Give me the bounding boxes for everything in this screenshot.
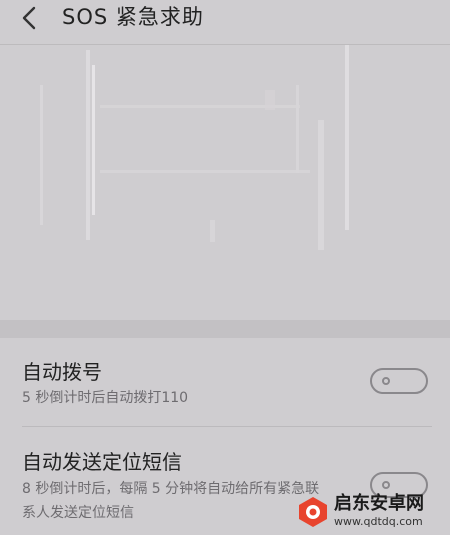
auto-dial-description: 5 秒倒计时后自动拨打110 [22, 390, 189, 406]
watermark-logo-icon [299, 497, 327, 527]
watermark-name: 启东安卓网 [334, 493, 424, 514]
toggle-knob [382, 481, 390, 489]
row-divider [22, 426, 432, 427]
auto-sms-description-line1: 8 秒倒计时后，每隔 5 分钟将自动给所有紧急联 [22, 481, 320, 497]
site-watermark: 启东安卓网 www.qdtdq.com [296, 493, 446, 531]
chevron-left-icon [22, 6, 36, 30]
section-gap [0, 320, 450, 338]
sos-illustration [0, 45, 450, 320]
toggle-knob [382, 377, 390, 385]
header-bar: SOS 紧急求助 [0, 0, 450, 40]
auto-dial-title: 自动拨号 [22, 360, 102, 384]
auto-dial-row[interactable]: 自动拨号 5 秒倒计时后自动拨打110 [0, 338, 450, 430]
auto-dial-toggle[interactable] [370, 368, 428, 394]
page-title: SOS 紧急求助 [62, 5, 204, 29]
auto-sms-title: 自动发送定位短信 [22, 450, 182, 474]
auto-sms-description-line2: 系人发送定位短信 [22, 505, 134, 521]
back-button[interactable] [16, 6, 42, 30]
watermark-url: www.qdtdq.com [334, 515, 423, 528]
